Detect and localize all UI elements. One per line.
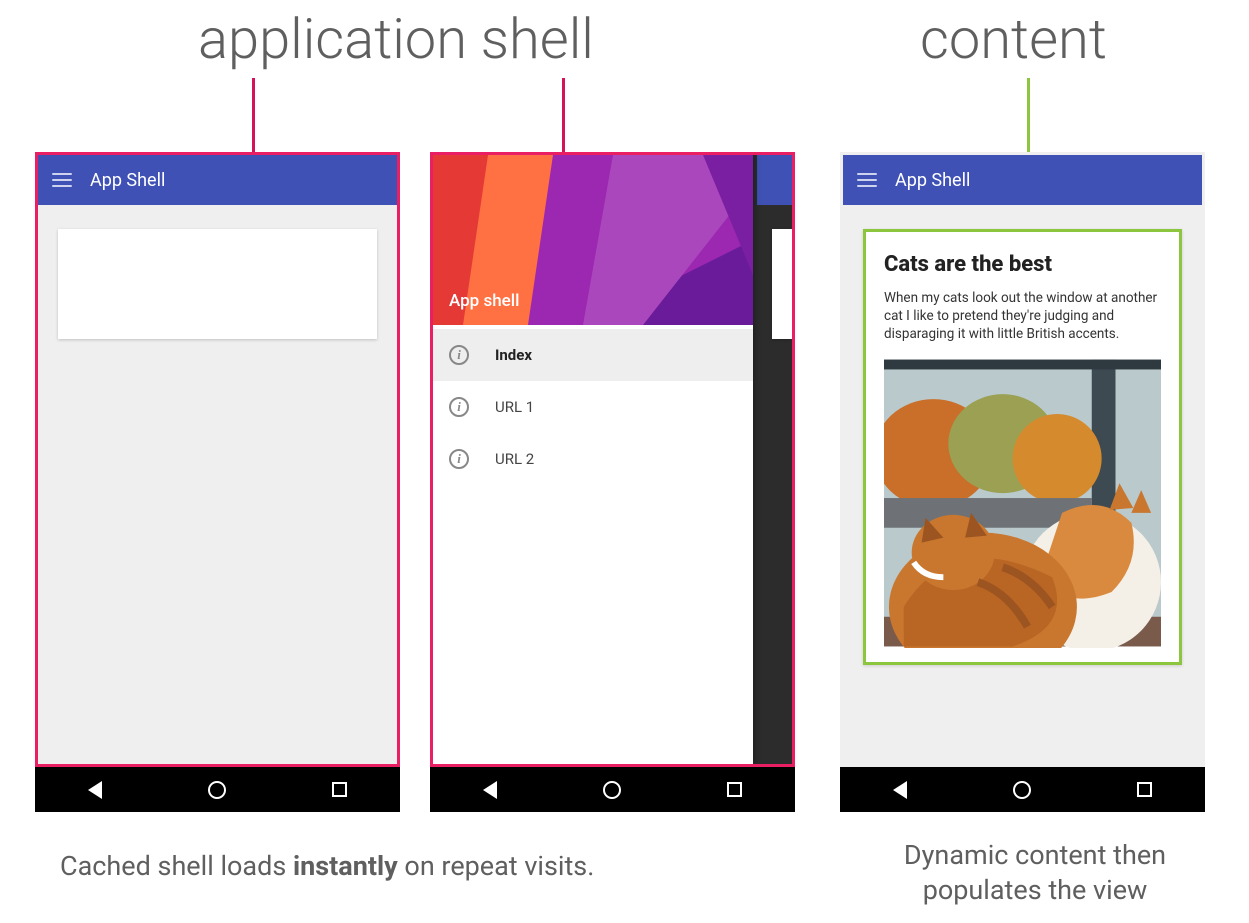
- article-heading: Cats are the best: [884, 252, 1161, 277]
- nav-item-url1[interactable]: i URL 1: [433, 381, 753, 433]
- back-icon[interactable]: [893, 781, 907, 799]
- info-icon: i: [449, 449, 469, 469]
- nav-item-label: Index: [495, 346, 532, 364]
- menu-icon[interactable]: [52, 173, 72, 187]
- recents-icon[interactable]: [727, 782, 742, 797]
- phone-shell-drawer: App shell i Index i URL 1 i URL 2: [430, 152, 795, 812]
- phone-content: App Shell Cats are the best When my cats…: [840, 152, 1205, 812]
- home-icon[interactable]: [603, 781, 621, 799]
- info-icon: i: [449, 345, 469, 365]
- caption-right: Dynamic content then populates the view: [870, 838, 1200, 908]
- label-content: content: [920, 6, 1107, 72]
- toolbar-title: App Shell: [895, 170, 970, 191]
- recents-icon[interactable]: [1137, 782, 1152, 797]
- connector-line: [562, 78, 565, 154]
- label-application-shell: application shell: [198, 6, 594, 72]
- caption-text: on repeat visits.: [398, 850, 595, 882]
- info-icon: i: [449, 397, 469, 417]
- android-navbar: [35, 767, 400, 812]
- nav-item-index[interactable]: i Index: [433, 329, 753, 381]
- toolbar-title: App Shell: [90, 170, 165, 191]
- nav-list: i Index i URL 1 i URL 2: [433, 325, 753, 485]
- content-card: Cats are the best When my cats look out …: [863, 229, 1182, 665]
- android-navbar: [840, 767, 1205, 812]
- top-labels: application shell content: [0, 6, 1249, 136]
- screen: App Shell Cats are the best When my cats…: [840, 152, 1205, 767]
- article-body: When my cats look out the window at anot…: [884, 289, 1161, 344]
- app-toolbar: App Shell: [843, 155, 1202, 205]
- recents-icon[interactable]: [332, 782, 347, 797]
- nav-item-label: URL 2: [495, 450, 534, 468]
- caption-text: Cached shell loads: [60, 850, 293, 882]
- screen: App shell i Index i URL 1 i URL 2: [430, 152, 795, 767]
- phone-shell-empty: App Shell: [35, 152, 400, 812]
- nav-item-url2[interactable]: i URL 2: [433, 433, 753, 485]
- peek-card: [772, 229, 792, 339]
- android-navbar: [430, 767, 795, 812]
- connector-line: [252, 78, 255, 154]
- back-icon[interactable]: [88, 781, 102, 799]
- back-icon[interactable]: [483, 781, 497, 799]
- drawer-header: App shell: [433, 155, 753, 325]
- caption-bold: instantly: [293, 850, 398, 882]
- article-photo-cats: [884, 358, 1161, 648]
- screen: App Shell: [35, 152, 400, 767]
- caption-left: Cached shell loads instantly on repeat v…: [60, 850, 594, 882]
- drawer-title: App shell: [449, 291, 519, 311]
- nav-drawer: App shell i Index i URL 1 i URL 2: [433, 155, 753, 764]
- empty-content-card: [58, 229, 377, 339]
- app-toolbar: App Shell: [38, 155, 397, 205]
- menu-icon[interactable]: [857, 173, 877, 187]
- home-icon[interactable]: [208, 781, 226, 799]
- nav-item-label: URL 1: [495, 398, 534, 416]
- peek-toolbar: [757, 155, 792, 205]
- home-icon[interactable]: [1013, 781, 1031, 799]
